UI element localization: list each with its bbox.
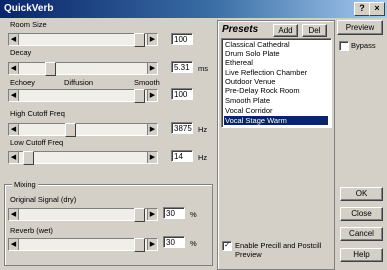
slider-right-arrow-icon[interactable]: ▶ (147, 152, 157, 163)
room-size-input[interactable]: 100 (171, 33, 193, 45)
list-item[interactable]: Drum Solo Plate (224, 49, 281, 58)
room-size-label: Room Size (10, 20, 47, 29)
room-size-slider[interactable]: ◀ ▶ (8, 33, 158, 47)
list-item[interactable]: Ethereal (224, 58, 254, 67)
slider-thumb[interactable] (45, 62, 56, 76)
low-cutoff-input[interactable]: 14 (171, 150, 193, 162)
title-bar: QuickVerb ? × (0, 0, 387, 18)
list-item[interactable]: Classical Cathedral (224, 40, 291, 49)
slider-thumb[interactable] (134, 33, 145, 47)
slider-right-arrow-icon[interactable]: ▶ (147, 124, 157, 135)
presets-list[interactable]: Classical Cathedral Drum Solo Plate Ethe… (221, 38, 332, 128)
decay-unit: ms (198, 64, 208, 73)
original-signal-slider[interactable]: ◀ ▶ (8, 208, 158, 222)
list-item-selected[interactable]: Vocal Stage Warm (224, 116, 328, 125)
help-button[interactable]: Help (340, 248, 383, 262)
enable-preview-label: Enable Precill and Postcill (235, 241, 322, 250)
ok-button[interactable]: OK (340, 187, 383, 201)
high-cutoff-input[interactable]: 3875 (171, 122, 193, 134)
bypass-label: Bypass (351, 41, 376, 50)
original-signal-unit: % (190, 210, 197, 219)
low-cutoff-slider[interactable]: ◀ ▶ (8, 151, 158, 165)
reverb-input[interactable]: 30 (163, 236, 185, 248)
cancel-button[interactable]: Cancel (340, 227, 383, 241)
slider-thumb[interactable] (134, 208, 145, 222)
slider-thumb[interactable] (65, 123, 76, 137)
slider-right-arrow-icon[interactable]: ▶ (147, 239, 157, 250)
high-cutoff-label: High Cutoff Freq (10, 109, 65, 118)
high-cutoff-slider[interactable]: ◀ ▶ (8, 123, 158, 137)
slider-thumb[interactable] (23, 151, 34, 165)
list-item[interactable]: Smooth Plate (224, 96, 271, 105)
reverb-slider[interactable]: ◀ ▶ (8, 238, 158, 252)
add-preset-button[interactable]: Add (273, 24, 298, 37)
slider-left-arrow-icon[interactable]: ◀ (9, 239, 19, 250)
window-title: QuickVerb (4, 3, 54, 14)
list-item[interactable]: Live Reflection Chamber (224, 68, 308, 77)
bypass-checkbox[interactable] (339, 41, 349, 51)
enable-preview-label-2: Preview (235, 250, 262, 259)
diffusion-right-label: Smooth (134, 78, 160, 87)
slider-left-arrow-icon[interactable]: ◀ (9, 34, 19, 45)
help-title-button[interactable]: ? (354, 2, 370, 16)
reverb-unit: % (190, 239, 197, 248)
slider-thumb[interactable] (134, 89, 145, 103)
mixing-group-label: Mixing (12, 180, 38, 189)
slider-left-arrow-icon[interactable]: ◀ (9, 63, 19, 74)
slider-left-arrow-icon[interactable]: ◀ (9, 209, 19, 220)
slider-right-arrow-icon[interactable]: ▶ (147, 209, 157, 220)
high-cutoff-unit: Hz (198, 125, 208, 134)
slider-right-arrow-icon[interactable]: ▶ (147, 63, 157, 74)
decay-input[interactable]: 5.31 (171, 61, 193, 73)
close-button[interactable]: Close (340, 207, 383, 221)
low-cutoff-label: Low Cutoff Freq (10, 138, 64, 147)
slider-right-arrow-icon[interactable]: ▶ (147, 90, 157, 101)
slider-left-arrow-icon[interactable]: ◀ (9, 124, 19, 135)
decay-label: Decay (10, 48, 32, 57)
diffusion-left-label: Echoey (10, 78, 36, 87)
diffusion-input[interactable]: 100 (171, 88, 193, 100)
presets-header: Presets (222, 24, 259, 35)
slider-left-arrow-icon[interactable]: ◀ (9, 90, 19, 101)
low-cutoff-unit: Hz (198, 153, 208, 162)
slider-left-arrow-icon[interactable]: ◀ (9, 152, 19, 163)
decay-slider[interactable]: ◀ ▶ (8, 62, 158, 76)
diffusion-label: Diffusion (64, 78, 94, 87)
delete-preset-button[interactable]: Del (302, 24, 327, 37)
list-item[interactable]: Vocal Corridor (224, 106, 274, 115)
list-item[interactable]: Pre-Delay Rock Room (224, 86, 301, 95)
slider-thumb[interactable] (134, 238, 145, 252)
enable-preview-checkbox[interactable]: ✓ (222, 241, 232, 251)
reverb-label: Reverb (wet) (10, 226, 53, 235)
preview-button[interactable]: Preview (337, 20, 383, 35)
diffusion-slider[interactable]: ◀ ▶ (8, 89, 158, 103)
original-signal-label: Original Signal (dry) (10, 195, 77, 204)
list-item[interactable]: Outdoor Venue (224, 77, 276, 86)
close-title-button[interactable]: × (369, 2, 385, 16)
original-signal-input[interactable]: 30 (163, 207, 185, 219)
slider-right-arrow-icon[interactable]: ▶ (147, 34, 157, 45)
